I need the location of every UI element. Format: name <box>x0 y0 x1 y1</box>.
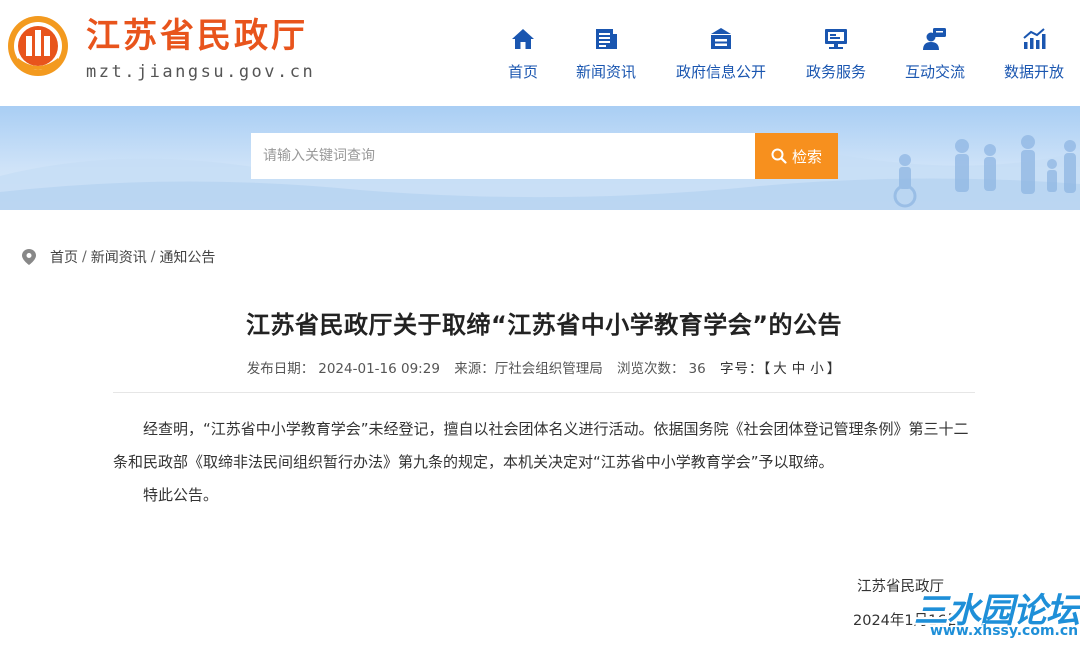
publish-date-value: 2024-01-16 09:29 <box>318 361 440 377</box>
source-label: 来源： <box>454 361 495 377</box>
watermark-url: www.xhssy.com.cn <box>930 623 1079 639</box>
source-value: 厅社会组织管理局 <box>494 361 603 377</box>
publish-date: 发布日期： 2024-01-16 09:29 <box>247 361 440 377</box>
archive-icon <box>711 28 731 49</box>
nav-item-open-data[interactable]: 数据开放 <box>1002 26 1066 82</box>
search-button[interactable]: 检索 <box>755 133 838 179</box>
nav-item-home[interactable]: 首页 <box>506 26 540 82</box>
nav-item-label: 数据开放 <box>1003 63 1064 81</box>
view-count-label: 浏览次数： <box>617 361 685 377</box>
breadcrumb-home[interactable]: 首页 <box>50 247 78 267</box>
nav-item-label: 首页 <box>507 63 538 81</box>
title-divider <box>113 392 975 393</box>
article-paragraph: 特此公告。 <box>143 486 219 504</box>
view-count-value: 36 <box>688 361 706 377</box>
font-size-bracket-close: 】 <box>826 361 842 377</box>
nav-item-interaction[interactable]: 互动交流 <box>903 26 967 82</box>
font-size-label: 字号： <box>719 361 764 377</box>
nav-item-label: 新闻资讯 <box>575 63 636 81</box>
breadcrumb-notices[interactable]: 通知公告 <box>159 247 215 267</box>
font-size-large[interactable]: 大 <box>771 361 790 377</box>
font-size-medium[interactable]: 中 <box>790 361 809 377</box>
location-pin-icon <box>22 249 36 265</box>
site-header: 江苏省民政厅 mzt.jiangsu.gov.cn 首页 新闻资讯 政府信息公开… <box>0 0 1080 106</box>
nav-item-news[interactable]: 新闻资讯 <box>574 26 638 82</box>
chat-user-icon <box>923 28 946 50</box>
news-icon <box>596 29 617 49</box>
view-count: 浏览次数： 36 <box>617 361 706 377</box>
home-icon <box>512 29 534 49</box>
main-nav: 首页 新闻资讯 政府信息公开 政务服务 互动交流 数据开放 <box>0 26 1080 86</box>
breadcrumb: 首页 / 新闻资讯 / 通知公告 <box>22 247 215 267</box>
nav-item-services[interactable]: 政务服务 <box>804 26 868 82</box>
font-size-small[interactable]: 小 <box>808 361 827 377</box>
article-meta: 发布日期： 2024-01-16 09:29 来源：厅社会组织管理局 浏览次数： 3… <box>0 357 1080 377</box>
search-input[interactable] <box>251 133 755 179</box>
article-title: 江苏省民政厅关于取缔“江苏省中小学教育学会”的公告 <box>245 311 843 339</box>
publish-date-label: 发布日期： <box>246 361 315 377</box>
font-size-switcher: 字号：【大中小】 <box>720 361 841 377</box>
search-icon <box>771 148 787 164</box>
nav-item-gov-info[interactable]: 政府信息公开 <box>673 26 769 82</box>
article-body: 经查明，“江苏省中小学教育学会”未经登记，擅自以社会团体名义进行活动。依据国务院… <box>113 413 975 512</box>
search-banner: 检索 <box>0 106 1080 210</box>
nav-item-label: 政务服务 <box>805 63 866 81</box>
breadcrumb-separator: / <box>150 249 156 265</box>
nav-item-label: 互动交流 <box>904 63 965 81</box>
article-paragraph: 经查明，“江苏省中小学教育学会”未经登记，擅自以社会团体名义进行活动。依据国务院… <box>113 420 969 471</box>
source: 来源：厅社会组织管理局 <box>454 361 603 377</box>
monitor-icon <box>825 29 847 49</box>
forum-watermark: 三水园论坛 www.xhssy.com.cn <box>908 583 1080 652</box>
search-button-label: 检索 <box>791 147 822 166</box>
chart-icon <box>1023 28 1046 49</box>
nav-item-label: 政府信息公开 <box>675 63 766 81</box>
breadcrumb-separator: / <box>82 249 87 265</box>
breadcrumb-news[interactable]: 新闻资讯 <box>91 247 147 267</box>
